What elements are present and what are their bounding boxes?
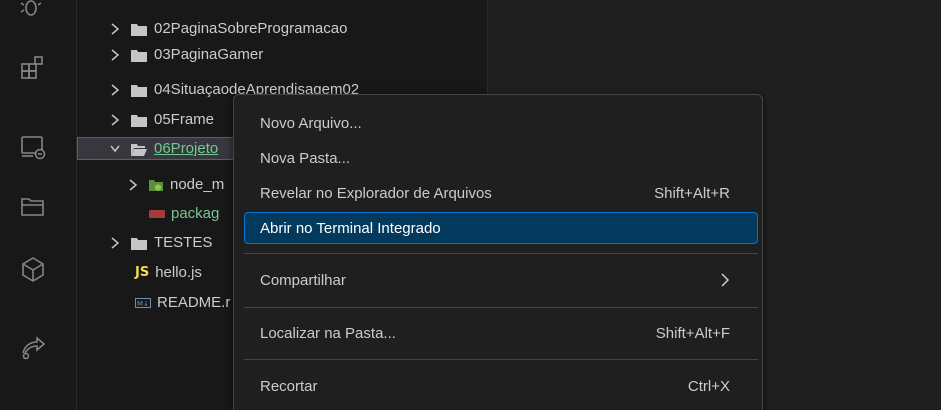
menu-item-shortcut: Ctrl+X — [687, 377, 730, 395]
menu-item-shortcut: Shift+Alt+F — [655, 324, 730, 342]
debug-icon[interactable] — [18, 0, 48, 22]
menu-item-new-folder[interactable]: Nova Pasta... — [244, 142, 758, 174]
activity-bar — [0, 0, 77, 410]
folder-icon — [131, 237, 147, 250]
folder-icon — [131, 49, 147, 62]
tree-row-label: hello.js — [155, 264, 202, 281]
chevron-right-icon — [109, 236, 121, 250]
live-share-icon[interactable] — [18, 332, 48, 362]
menu-item-shortcut: Shift+Alt+R — [654, 184, 730, 202]
chevron-down-icon — [109, 142, 121, 156]
menu-item-label: Abrir no Terminal Integrado — [260, 219, 441, 237]
tree-row-label: README.r — [157, 294, 231, 311]
chevron-right-icon — [109, 48, 121, 62]
folder-icon — [131, 23, 147, 36]
context-menu: Novo Arquivo... Nova Pasta... Revelar no… — [233, 94, 763, 410]
remote-explorer-icon[interactable] — [18, 132, 48, 162]
npm-icon — [149, 209, 165, 218]
tree-row-label: node_m — [170, 176, 225, 193]
folder-icon[interactable] — [18, 191, 48, 221]
chevron-right-icon — [720, 273, 730, 287]
menu-item-label: Nova Pasta... — [260, 149, 351, 167]
chevron-right-icon — [109, 83, 121, 97]
menu-separator — [244, 359, 758, 360]
folder-icon — [131, 114, 147, 127]
menu-item-new-file[interactable]: Novo Arquivo... — [244, 107, 758, 139]
menu-item-label: Compartilhar — [260, 271, 346, 289]
menu-separator — [244, 307, 758, 308]
extensions-icon[interactable] — [18, 53, 48, 83]
tree-row-label: 02PaginaSobreProgramacao — [154, 20, 348, 37]
vscode-window: 02PaginaSobreProgramacao 03PaginaGamer 0… — [0, 0, 941, 410]
menu-item-find-in-folder[interactable]: Localizar na Pasta... Shift+Alt+F — [244, 317, 758, 349]
tree-row-label: 05Frame — [154, 111, 215, 128]
menu-item-label: Novo Arquivo... — [260, 114, 362, 132]
node-modules-icon — [149, 178, 163, 192]
chevron-right-icon — [109, 113, 121, 127]
menu-item-label: Recortar — [260, 377, 318, 395]
chevron-right-icon — [109, 22, 121, 36]
menu-item-open-terminal[interactable]: Abrir no Terminal Integrado — [244, 212, 758, 244]
menu-item-cut[interactable]: Recortar Ctrl+X — [244, 370, 758, 402]
js-file-icon: JS — [135, 265, 150, 280]
menu-item-label: Revelar no Explorador de Arquivos — [260, 184, 492, 202]
folder-open-icon — [131, 143, 147, 156]
tree-folder-02[interactable]: 02PaginaSobreProgramacao — [77, 17, 519, 40]
menu-item-share[interactable]: Compartilhar — [244, 264, 758, 296]
chevron-right-icon — [127, 178, 139, 192]
box-icon[interactable] — [18, 254, 48, 284]
tree-row-label: TESTES — [154, 234, 213, 251]
menu-item-label: Localizar na Pasta... — [260, 324, 396, 342]
markdown-file-icon: M↓ — [135, 297, 151, 308]
tree-row-label: packag — [171, 205, 220, 222]
tree-folder-03[interactable]: 03PaginaGamer — [77, 43, 519, 66]
folder-icon — [131, 84, 147, 97]
menu-item-reveal-explorer[interactable]: Revelar no Explorador de Arquivos Shift+… — [244, 177, 758, 209]
menu-separator — [244, 253, 758, 254]
tree-row-label: 06Projeto — [154, 140, 219, 157]
tree-row-label: 03PaginaGamer — [154, 46, 264, 63]
